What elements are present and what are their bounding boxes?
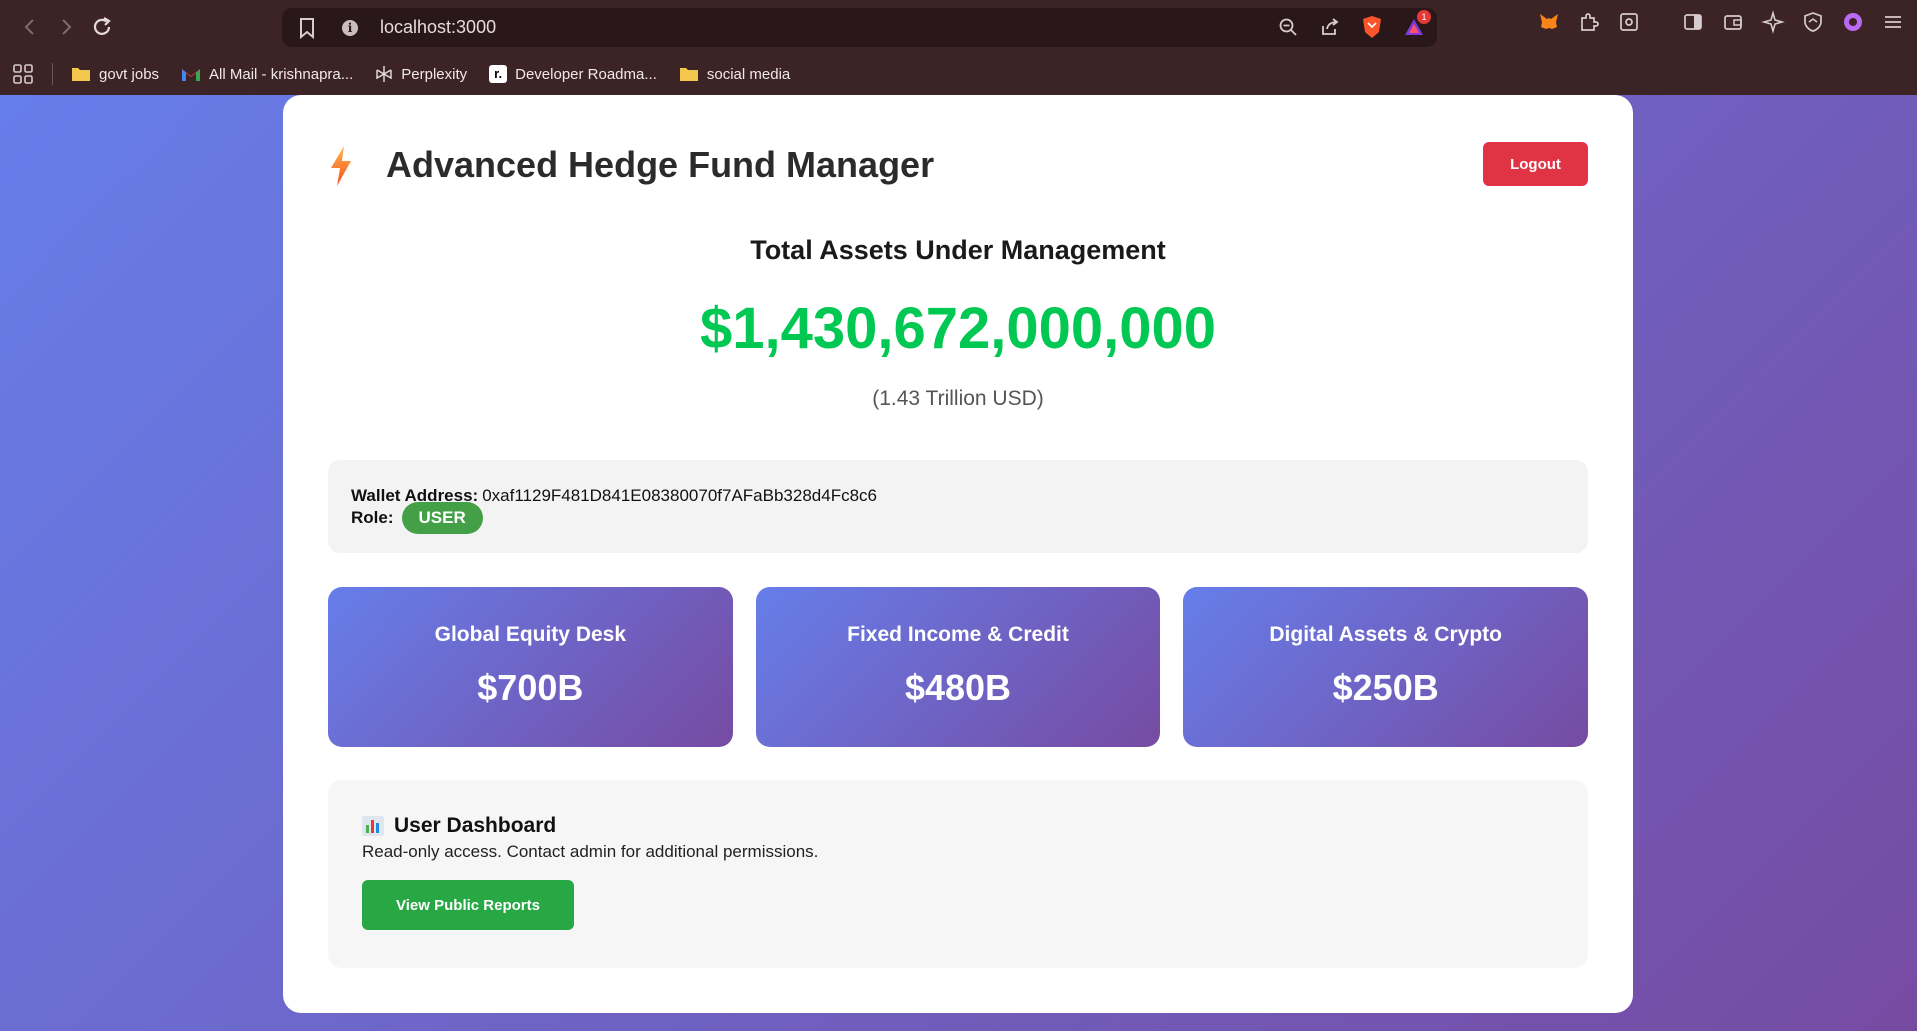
notification-count: 1: [1417, 10, 1431, 24]
url-text[interactable]: localhost:3000: [380, 17, 496, 38]
desk-value: $480B: [904, 667, 1012, 708]
vpn-icon[interactable]: [1801, 10, 1825, 34]
reader-icon[interactable]: [1617, 10, 1641, 34]
brave-shield-icon[interactable]: [1359, 14, 1385, 40]
aum-label: Total Assets Under Management: [750, 235, 1166, 265]
apps-grid-icon[interactable]: [12, 63, 34, 85]
address-bar[interactable]: i localhost:3000 1: [282, 8, 1437, 47]
view-public-reports-button[interactable]: View Public Reports: [362, 880, 574, 930]
leo-ai-icon[interactable]: [1761, 10, 1785, 34]
wallet-address-value: 0xaf1129F481D841E08380070f7AFaBb328d4Fc8…: [482, 486, 877, 505]
role-badge: USER: [401, 502, 483, 534]
dashboard-title: User Dashboard: [394, 814, 557, 837]
profile-icon[interactable]: [1841, 10, 1865, 34]
logout-button[interactable]: Logout: [1483, 142, 1588, 186]
desk-cards: Global Equity Desk $700B Fixed Income & …: [328, 587, 1589, 747]
share-icon[interactable]: [1317, 14, 1343, 40]
desk-value: $250B: [1332, 667, 1439, 708]
reload-button[interactable]: [84, 9, 120, 45]
site-info-icon[interactable]: i: [342, 20, 358, 36]
gmail-icon: [182, 69, 201, 81]
bookmark-icon[interactable]: [295, 16, 319, 40]
bookmarks-bar: govt jobs All Mail - krishnapra... Perpl…: [0, 56, 812, 92]
bookmark-developer-roadmap[interactable]: r. Developer Roadma...: [489, 65, 657, 83]
bar-chart-icon: [362, 816, 384, 836]
page-background: Advanced Hedge Fund Manager Logout Total…: [0, 95, 1917, 1031]
desk-card-fixed-income: Fixed Income & Credit $480B: [755, 587, 1161, 747]
browser-chrome: i localhost:3000 1 govt jobs All Mail - …: [0, 0, 1917, 95]
dashboard-heading: User Dashboard: [362, 814, 1554, 838]
app-header: Advanced Hedge Fund Manager Logout: [328, 140, 1588, 200]
desk-card-global-equity: Global Equity Desk $700B: [328, 587, 733, 747]
reload-icon: [93, 16, 111, 35]
bookmark-label: Perplexity: [401, 65, 468, 83]
folder-icon: [72, 68, 90, 81]
forward-icon: [62, 18, 72, 35]
desk-name: Digital Assets & Crypto: [1269, 623, 1502, 646]
bookmarks-separator: [52, 63, 53, 85]
menu-icon[interactable]: [1881, 10, 1905, 34]
page-title: Advanced Hedge Fund Manager: [386, 144, 935, 185]
aum-subtitle: (1.43 Trillion USD): [872, 387, 1044, 410]
folder-icon: [679, 68, 698, 81]
user-dashboard-panel: User Dashboard Read-only access. Contact…: [328, 780, 1588, 968]
bookmark-label: Developer Roadma...: [515, 65, 657, 83]
bookmark-label: govt jobs: [99, 65, 160, 83]
metamask-icon[interactable]: [1537, 10, 1561, 34]
bookmark-label: All Mail - krishnapra...: [209, 65, 354, 83]
aum-value: $1,430,672,000,000: [699, 296, 1217, 361]
extensions-toolbar: [1537, 10, 1905, 34]
back-button[interactable]: [12, 9, 48, 45]
back-icon: [24, 18, 34, 35]
zoom-icon[interactable]: [1275, 14, 1301, 40]
main-card: Advanced Hedge Fund Manager Logout Total…: [283, 95, 1633, 1013]
wallet-address-row: Wallet Address: 0xaf1129F481D841E0838007…: [351, 485, 1565, 507]
roadmap-icon: r.: [489, 65, 508, 83]
bookmark-social-media[interactable]: social media: [679, 66, 790, 83]
forward-button[interactable]: [48, 9, 84, 45]
brave-rewards-icon[interactable]: 1: [1401, 10, 1431, 40]
dashboard-description: Read-only access. Contact admin for addi…: [362, 842, 819, 861]
perplexity-icon: [376, 66, 392, 82]
desk-value: $700B: [477, 667, 584, 708]
bookmark-all-mail[interactable]: All Mail - krishnapra...: [181, 66, 353, 83]
bookmark-label: social media: [706, 65, 791, 83]
role-row: Role: USER: [351, 502, 1565, 534]
address-bar-actions: 1: [1275, 10, 1431, 40]
desk-name: Global Equity Desk: [434, 623, 627, 646]
wallet-info-panel: Wallet Address: 0xaf1129F481D841E0838007…: [328, 460, 1588, 553]
lightning-icon: [331, 146, 351, 186]
extensions-icon[interactable]: [1577, 10, 1601, 34]
desk-card-digital-assets: Digital Assets & Crypto $250B: [1183, 587, 1589, 747]
sidebar-icon[interactable]: [1681, 10, 1705, 34]
wallet-icon[interactable]: [1721, 10, 1745, 34]
desk-name: Fixed Income & Credit: [847, 623, 1069, 646]
bookmark-govt-jobs[interactable]: govt jobs: [71, 66, 159, 83]
bookmark-perplexity[interactable]: Perplexity: [375, 65, 467, 83]
role-label: Role:: [351, 508, 394, 527]
